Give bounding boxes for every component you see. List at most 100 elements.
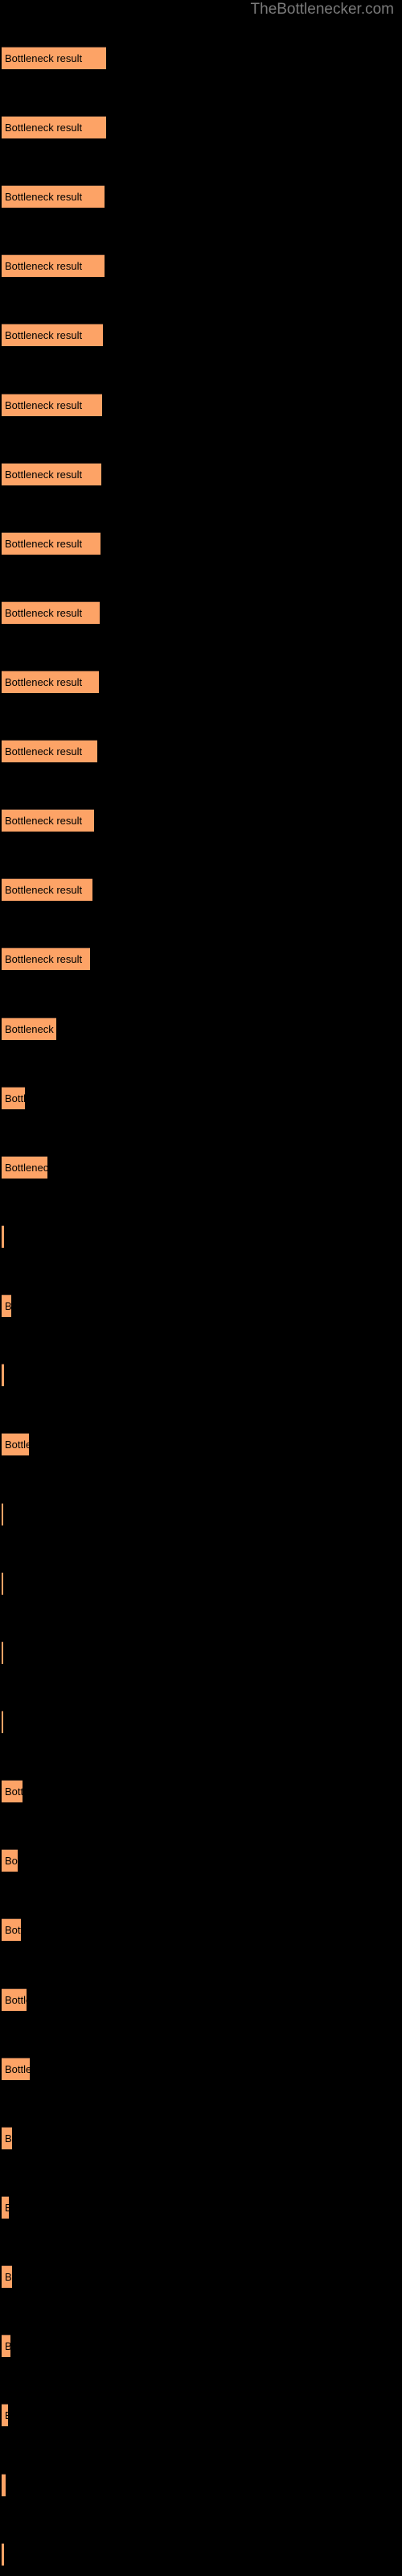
bar-14[interactable]: Bottleneck result xyxy=(2,947,90,970)
bar-2[interactable]: Bottleneck result xyxy=(2,116,106,138)
bar-18[interactable]: Bottleneck result xyxy=(2,1225,4,1248)
bar-row: Bottleneck result xyxy=(0,1433,402,1455)
bar-30[interactable]: Bottleneck result xyxy=(2,2058,30,2080)
bar-22[interactable]: Bottleneck result xyxy=(2,1503,3,1525)
bar-row: Bottleneck result xyxy=(0,2543,402,2566)
bar-row: Bottleneck result xyxy=(0,1780,402,1802)
bar-label: Bottleneck result xyxy=(5,2339,10,2353)
bar-row: Bottleneck result xyxy=(0,1156,402,1179)
bar-row: Bottleneck result xyxy=(0,254,402,277)
bar-row: Bottleneck result xyxy=(0,1294,402,1317)
bar-6[interactable]: Bottleneck result xyxy=(2,394,102,416)
bar-34[interactable]: Bottleneck result xyxy=(2,2334,10,2357)
bar-21[interactable]: Bottleneck result xyxy=(2,1433,29,1455)
bar-label: Bottleneck result xyxy=(5,676,83,688)
bar-row: Bottleneck result xyxy=(0,2265,402,2288)
bar-row: Bottleneck result xyxy=(0,878,402,901)
bar-row: Bottleneck result xyxy=(0,1225,402,1248)
bar-label: Bottleneck result xyxy=(5,1924,21,1936)
bar-row: Bottleneck result xyxy=(0,809,402,832)
bar-28[interactable]: Bottleneck result xyxy=(2,1918,21,1941)
bar-label: Bottleneck result xyxy=(5,2479,6,2492)
bottleneck-bar-chart: TheBottlenecker.com Bottleneck result Bot… xyxy=(0,0,402,2576)
bar-label: Bottleneck result xyxy=(5,2132,12,2145)
bar-row: Bottleneck result xyxy=(0,2474,402,2496)
bar-7[interactable]: Bottleneck result xyxy=(2,463,101,485)
bar-15[interactable]: Bottleneck result xyxy=(2,1018,56,1040)
bar-label: Bottleneck result xyxy=(5,884,83,896)
bar-label: Bottleneck result xyxy=(5,2201,9,2215)
bar-37[interactable]: Bottleneck result xyxy=(2,2543,4,2566)
bar-label: Bottleneck result xyxy=(5,52,83,64)
bar-label: Bottleneck result xyxy=(5,1994,27,2006)
bar-label: Bottleneck result xyxy=(5,1023,56,1035)
bar-label: Bottleneck result xyxy=(5,1092,25,1104)
bar-3[interactable]: Bottleneck result xyxy=(2,185,105,208)
bar-row: Bottleneck result xyxy=(0,601,402,624)
bar-29[interactable]: Bottleneck result xyxy=(2,1988,27,2011)
bar-row: Bottleneck result xyxy=(0,116,402,138)
bar-9[interactable]: Bottleneck result xyxy=(2,601,100,624)
bar-label: Bottleneck result xyxy=(5,607,83,619)
bar-row: Bottleneck result xyxy=(0,1503,402,1525)
bar-4[interactable]: Bottleneck result xyxy=(2,254,105,277)
bar-label: Bottleneck result xyxy=(5,1785,23,1798)
bar-24[interactable]: Bottleneck result xyxy=(2,1641,3,1664)
bar-row: Bottleneck result xyxy=(0,1087,402,1109)
bar-row: Bottleneck result xyxy=(0,394,402,416)
bar-row: Bottleneck result xyxy=(0,2404,402,2426)
bar-label: Bottleneck result xyxy=(5,260,83,272)
bar-23[interactable]: Bottleneck result xyxy=(2,1572,3,1595)
bar-19[interactable]: Bottleneck result xyxy=(2,1294,11,1317)
bar-label: Bottleneck result xyxy=(5,469,83,481)
bar-20[interactable]: Bottleneck result xyxy=(2,1364,4,1386)
bar-row: Bottleneck result xyxy=(0,324,402,346)
bar-row: Bottleneck result xyxy=(0,463,402,485)
bar-35[interactable]: Bottleneck result xyxy=(2,2404,8,2426)
bar-31[interactable]: Bottleneck result xyxy=(2,2127,12,2149)
bar-row: Bottleneck result xyxy=(0,1572,402,1595)
bar-label: Bottleneck result xyxy=(5,2271,12,2283)
bar-row: Bottleneck result xyxy=(0,1711,402,1733)
bar-label: Bottleneck result xyxy=(5,815,83,827)
bar-row: Bottleneck result xyxy=(0,947,402,970)
bar-8[interactable]: Bottleneck result xyxy=(2,532,100,555)
bar-label: Bottleneck result xyxy=(5,2409,8,2422)
bar-label: Bottleneck result xyxy=(5,399,83,411)
bar-label: Bottleneck result xyxy=(5,2063,30,2075)
bar-row: Bottleneck result xyxy=(0,740,402,762)
bar-label: Bottleneck result xyxy=(5,329,83,341)
bar-row: Bottleneck result xyxy=(0,1849,402,1872)
bar-12[interactable]: Bottleneck result xyxy=(2,809,94,832)
bar-36[interactable]: Bottleneck result xyxy=(2,2474,6,2496)
bar-row: Bottleneck result xyxy=(0,1364,402,1386)
bar-33[interactable]: Bottleneck result xyxy=(2,2265,12,2288)
bar-5[interactable]: Bottleneck result xyxy=(2,324,103,346)
bar-10[interactable]: Bottleneck result xyxy=(2,671,99,693)
bar-16[interactable]: Bottleneck result xyxy=(2,1087,25,1109)
bar-11[interactable]: Bottleneck result xyxy=(2,740,97,762)
bar-row: Bottleneck result xyxy=(0,671,402,693)
bar-label: Bottleneck result xyxy=(5,745,83,758)
bar-label: Bottleneck result xyxy=(5,1162,47,1174)
bar-row: Bottleneck result xyxy=(0,2058,402,2080)
bar-label: Bottleneck result xyxy=(5,191,83,203)
bar-26[interactable]: Bottleneck result xyxy=(2,1780,23,1802)
bar-row: Bottleneck result xyxy=(0,1988,402,2011)
bar-row: Bottleneck result xyxy=(0,1918,402,1941)
bar-13[interactable]: Bottleneck result xyxy=(2,878,92,901)
bar-label: Bottleneck result xyxy=(5,1300,11,1312)
bar-row: Bottleneck result xyxy=(0,2334,402,2357)
bar-row: Bottleneck result xyxy=(0,2127,402,2149)
bar-label: Bottleneck result xyxy=(5,1855,18,1867)
bar-1[interactable]: Bottleneck result xyxy=(2,47,106,69)
bar-17[interactable]: Bottleneck result xyxy=(2,1156,47,1179)
bar-27[interactable]: Bottleneck result xyxy=(2,1849,18,1872)
bar-32[interactable]: Bottleneck result xyxy=(2,2196,9,2219)
bar-row: Bottleneck result xyxy=(0,47,402,69)
bar-label: Bottleneck result xyxy=(5,538,83,550)
bar-25[interactable]: Bottleneck result xyxy=(2,1711,3,1733)
bar-row: Bottleneck result xyxy=(0,532,402,555)
bar-label: Bottleneck result xyxy=(5,953,83,965)
bar-row: Bottleneck result xyxy=(0,185,402,208)
